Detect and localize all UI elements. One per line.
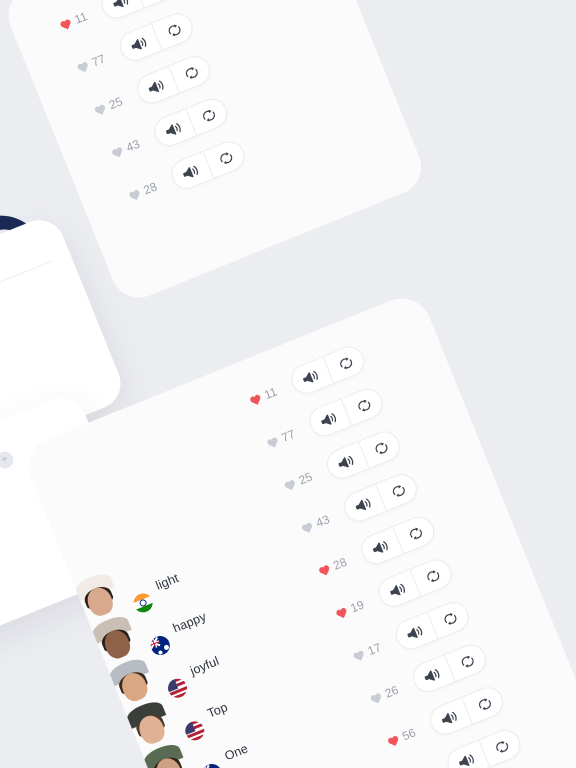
like-count: 77 (279, 426, 298, 445)
speaker-icon (183, 165, 199, 177)
screenshot-stage: + + ⚙ 1177254328 lighthappyjoyfulTopOneg… (0, 0, 576, 768)
repeat-icon (461, 655, 474, 668)
repeat-icon (444, 612, 457, 625)
repeat-icon (392, 484, 405, 497)
speaker-icon (148, 79, 164, 92)
like-counter[interactable]: 28 (127, 179, 159, 203)
heart-icon (129, 189, 140, 200)
speaker-icon (459, 753, 475, 766)
like-count: 28 (331, 554, 349, 573)
heart-icon (301, 522, 312, 533)
like-count: 25 (106, 94, 125, 113)
heart-icon (370, 692, 381, 703)
repeat-icon (202, 109, 215, 122)
like-count: 77 (89, 51, 108, 70)
like-counter[interactable]: 19 (334, 597, 366, 621)
speaker-icon (373, 540, 388, 553)
like-count: 56 (400, 725, 418, 744)
like-count: 11 (262, 384, 280, 403)
repeat-icon (426, 569, 439, 582)
like-count: 25 (296, 469, 315, 488)
speaker-icon (441, 711, 457, 723)
avatar[interactable] (141, 740, 225, 768)
play-audio-button[interactable] (99, 0, 144, 22)
like-counter[interactable]: 25 (92, 94, 125, 118)
like-counter[interactable]: 11 (247, 385, 279, 409)
speaker-icon (338, 455, 354, 467)
like-counter[interactable]: 17 (351, 640, 383, 664)
repeat-icon (168, 24, 181, 36)
heart-icon (267, 437, 278, 447)
word-label: One (222, 741, 251, 764)
heart-icon (353, 650, 364, 661)
heart-icon (284, 479, 295, 490)
repeat-icon (495, 740, 508, 753)
speaker-icon (355, 497, 371, 510)
like-count: 11 (72, 9, 90, 27)
like-counter[interactable]: 43 (109, 136, 142, 161)
repeat-icon (375, 442, 388, 454)
card-divider (0, 260, 52, 341)
heart-icon (336, 607, 347, 618)
speaker-icon (166, 122, 181, 135)
speaker-icon (321, 412, 337, 425)
like-counter[interactable]: 77 (265, 427, 297, 451)
heart-icon (94, 104, 105, 115)
like-counter[interactable]: 26 (368, 683, 400, 707)
like-counter[interactable]: 25 (282, 470, 314, 494)
flag-au-icon (199, 761, 225, 768)
speaker-icon (131, 37, 147, 49)
repeat-icon (478, 697, 491, 710)
speaker-icon (113, 0, 129, 7)
like-count: 26 (382, 682, 401, 701)
speaker-icon (390, 583, 406, 595)
repeat-icon (339, 357, 352, 369)
heart-icon (60, 18, 71, 29)
speaker-icon (303, 370, 319, 382)
repeat-icon (185, 66, 198, 79)
like-counter[interactable]: 56 (385, 725, 418, 749)
heart-icon (77, 61, 88, 72)
heart-icon (318, 564, 330, 575)
like-count: 17 (365, 640, 384, 659)
heart-icon (250, 394, 261, 405)
speaker-icon (407, 625, 423, 638)
repeat-icon (409, 527, 422, 540)
like-count: 43 (124, 136, 142, 155)
like-count: 19 (348, 597, 367, 616)
word-label: happy (170, 609, 209, 636)
word-label: Top (205, 700, 230, 721)
repeat-icon (358, 399, 371, 412)
like-counter[interactable]: 43 (299, 512, 332, 536)
heart-icon (111, 146, 123, 157)
like-counter[interactable]: 77 (75, 52, 107, 76)
speaker-icon (424, 668, 440, 681)
repeat-icon (219, 151, 232, 164)
word-label: light (153, 570, 181, 593)
heart-icon (387, 735, 398, 746)
like-count: 43 (313, 512, 332, 531)
plus-icon[interactable]: + (0, 448, 16, 472)
word-label: joyful (188, 653, 222, 679)
like-count: 28 (141, 179, 160, 198)
like-counter[interactable]: 28 (316, 554, 349, 579)
like-counter[interactable]: 11 (58, 9, 90, 33)
